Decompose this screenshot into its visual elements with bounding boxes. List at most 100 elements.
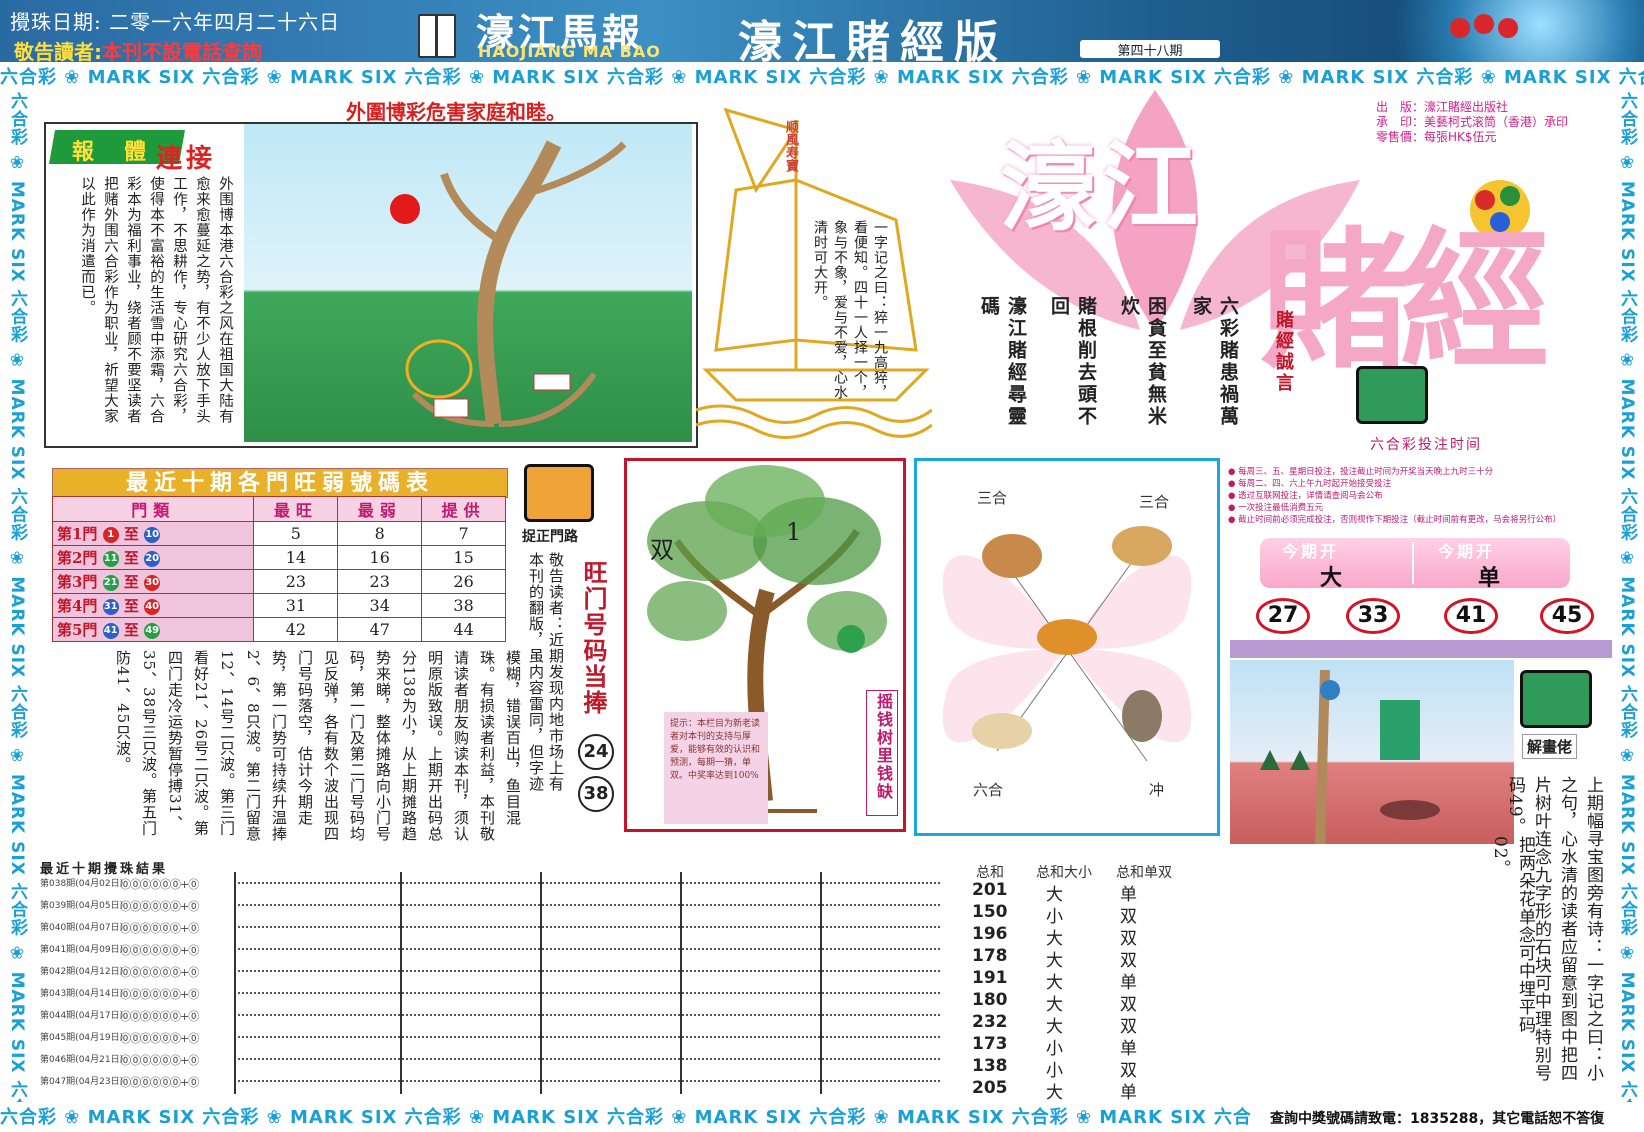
tree-drawing bbox=[405, 140, 627, 427]
tag-char-2: 體 bbox=[124, 139, 147, 165]
trend-dots bbox=[234, 926, 940, 928]
gate-cell: 第1門 1 至 10 bbox=[51, 521, 255, 546]
trend-dots bbox=[234, 904, 940, 906]
gate-cell: 第5門 41 至 49 bbox=[51, 617, 255, 642]
poem-line-2: 困貪至貧無米炊 bbox=[1118, 296, 1167, 428]
table-row: 第3門 21 至 30 23 23 26 bbox=[51, 569, 506, 594]
purple-divider bbox=[1230, 640, 1612, 658]
footer-hotline: 查詢中獎號碼請致電：1835288，其它電話恕不答復 bbox=[1270, 1111, 1605, 1127]
offer-cell: 38 bbox=[421, 593, 506, 618]
header-cell: 最旺 bbox=[253, 496, 339, 522]
table-row: 第045期(04月19日) ⓪⓪⓪⓪⓪⓪+⓪ bbox=[40, 1026, 940, 1048]
cold-cell: 16 bbox=[337, 545, 423, 570]
book-icon bbox=[418, 14, 456, 58]
trend-dots bbox=[234, 992, 940, 994]
gate-name: 第4門 bbox=[57, 597, 98, 615]
hot-cell: 42 bbox=[253, 617, 339, 642]
rule-line: ● 透过互联网投注，详情请查阅马会公布 bbox=[1228, 491, 1383, 501]
table-row: 第4門 31 至 40 31 34 38 bbox=[51, 593, 506, 618]
ball-icon bbox=[1474, 14, 1494, 34]
hot-number-2: 38 bbox=[578, 776, 614, 812]
grid-divider bbox=[234, 872, 236, 1094]
table-row: 第039期(04月05日) ⓪⓪⓪⓪⓪⓪+⓪ bbox=[40, 894, 940, 916]
gate-cell: 第2門 11 至 20 bbox=[51, 545, 255, 570]
trend-dots bbox=[234, 1014, 940, 1016]
gate-table-title: 最近十期各門旺弱號碼表 bbox=[52, 468, 508, 498]
table-row: 第1門 1 至 10 5 8 7 bbox=[51, 521, 506, 546]
zodiac-label-bottom-left: 六合 bbox=[973, 781, 1004, 799]
gate-name: 第3門 bbox=[57, 573, 98, 591]
trend-dots bbox=[234, 1058, 940, 1060]
sum-value: 191 bbox=[972, 968, 1008, 988]
to-word: 至 bbox=[123, 573, 139, 591]
picture-tip-text: 把两朵花单念可中埋平码02。 bbox=[1490, 836, 1535, 1034]
tag-char-1: 報 bbox=[72, 139, 95, 165]
to-word: 至 bbox=[123, 525, 139, 543]
hand-icon bbox=[1356, 366, 1428, 424]
bet-rules: ● 每周三、五、星期日投注，投注截止时间为开奖当天晚上九时三十分 ● 每周二、四… bbox=[1228, 466, 1612, 528]
gate-cell: 第4門 31 至 40 bbox=[51, 593, 255, 618]
ball-icon bbox=[1450, 18, 1470, 38]
ball-icon: 30 bbox=[144, 575, 161, 591]
edition-title: 濠江賭經版 bbox=[738, 17, 1008, 68]
table-row: 第038期(04月02日) ⓪⓪⓪⓪⓪⓪+⓪ bbox=[40, 872, 940, 894]
period-label: 第045期(04月19日) bbox=[40, 1033, 124, 1043]
period-label: 第042期(04月12日) bbox=[40, 967, 124, 977]
period-label: 第046期(04月21日) bbox=[40, 1055, 124, 1065]
open-value-1: 大 bbox=[1320, 565, 1343, 591]
period-label: 第040期(04月07日) bbox=[40, 923, 124, 933]
pub-line: 承 印：美藝柯式滚筒（香港）承印 bbox=[1376, 115, 1569, 129]
table-row: 第046期(04月21日) ⓪⓪⓪⓪⓪⓪+⓪ bbox=[40, 1048, 940, 1070]
draw-date: 攪珠日期: 二零一六年四月二十六日 bbox=[10, 10, 341, 34]
gate-name: 第2門 bbox=[57, 549, 98, 567]
gate-name: 第5門 bbox=[57, 621, 98, 639]
sum-value: 180 bbox=[972, 990, 1008, 1010]
grid-divider bbox=[400, 872, 402, 1094]
ball-icon: 10 bbox=[144, 527, 161, 543]
open-caption-1: 今期开 bbox=[1282, 542, 1340, 561]
poem-line-1: 六彩賭患禍萬家 bbox=[1190, 296, 1239, 428]
sum-value: 173 bbox=[972, 1034, 1008, 1054]
draw-balls-icon: ⓪⓪⓪⓪⓪⓪+⓪ bbox=[120, 922, 199, 935]
sum-value: 232 bbox=[972, 1012, 1008, 1032]
analysis-text: 模糊，错误百出，鱼目混珠。有损读者利益，本刊敬请读者朋友购读本刊，须认明原版致误… bbox=[114, 650, 522, 842]
pirate-notice: 敬告读者：近期发现内地市场上有本刊的翻版，虽内容雷同，但字迹 bbox=[527, 552, 565, 792]
header-decoration bbox=[1300, 0, 1644, 62]
open-caption-2: 今期开 bbox=[1438, 542, 1496, 561]
parity-value: 单 bbox=[1120, 1083, 1137, 1103]
number-ball: 45 bbox=[1540, 598, 1594, 634]
to-word: 至 bbox=[123, 549, 139, 567]
mark-six-strip-right: 六合彩 ❀ MARK SIX 六合彩 ❀ MARK SIX 六合彩 ❀ MARK… bbox=[1617, 92, 1637, 1102]
poem-line-3: 賭根削去頭不回 bbox=[1048, 296, 1097, 428]
hot-cell: 14 bbox=[253, 545, 339, 570]
puzzle-drawing bbox=[1260, 669, 1440, 845]
cold-cell: 47 bbox=[337, 617, 423, 642]
mark-six-strip-bottom: 六合彩 ❀ MARK SIX 六合彩 ❀ MARK SIX 六合彩 ❀ MARK… bbox=[0, 1107, 1250, 1128]
gate-table: 門類 最旺 最弱 提供 第1門 1 至 10 5 8 7 第2門 11 至 20… bbox=[51, 496, 506, 642]
table-header-row: 門類 最旺 最弱 提供 bbox=[51, 496, 506, 522]
open-value-2: 单 bbox=[1478, 565, 1501, 591]
rule-line: ● 每周三、五、星期日投注，投注截止时间为开奖当天晚上九时三十分 bbox=[1228, 467, 1494, 477]
header-cell: 提供 bbox=[421, 496, 506, 522]
notice-line: 敬告讀者:本刊不設電話查詢 bbox=[14, 36, 262, 65]
hand-icon bbox=[1520, 670, 1592, 728]
draw-balls-icon: ⓪⓪⓪⓪⓪⓪+⓪ bbox=[120, 1010, 199, 1023]
rule-line: ● 一次投注最低消费五元 bbox=[1228, 503, 1324, 513]
tree-illustration bbox=[244, 124, 692, 442]
pub-line: 零售價：每張HK$伍元 bbox=[1376, 130, 1497, 144]
zodiac-label-top-left: 三合 bbox=[977, 489, 1008, 507]
gate-section-label: 捉正門路 bbox=[522, 529, 578, 545]
size-header: 总和大小 bbox=[1036, 865, 1092, 881]
draw-balls-icon: ⓪⓪⓪⓪⓪⓪+⓪ bbox=[120, 1054, 199, 1067]
offer-cell: 44 bbox=[421, 617, 506, 642]
draw-balls-icon: ⓪⓪⓪⓪⓪⓪+⓪ bbox=[120, 1032, 199, 1045]
period-label: 第041期(04月09日) bbox=[40, 945, 124, 955]
draw-balls-icon: ⓪⓪⓪⓪⓪⓪+⓪ bbox=[120, 966, 199, 979]
article-text: 外围博本港六合彩之风在祖国大陆有愈来愈蔓延之势，有不少人放下手头工作，不思耕作，… bbox=[79, 176, 233, 424]
pub-line: 出 版：濠江賭經出版社 bbox=[1376, 100, 1509, 114]
tree-left-char: 双 bbox=[650, 536, 674, 564]
hot-cell: 23 bbox=[253, 569, 339, 594]
sum-header: 总和 bbox=[976, 865, 1004, 881]
rule-line: ● 每周二、四、六上午九时起开始接受投注 bbox=[1228, 479, 1392, 489]
tag-char-3: 連接 bbox=[156, 144, 217, 174]
